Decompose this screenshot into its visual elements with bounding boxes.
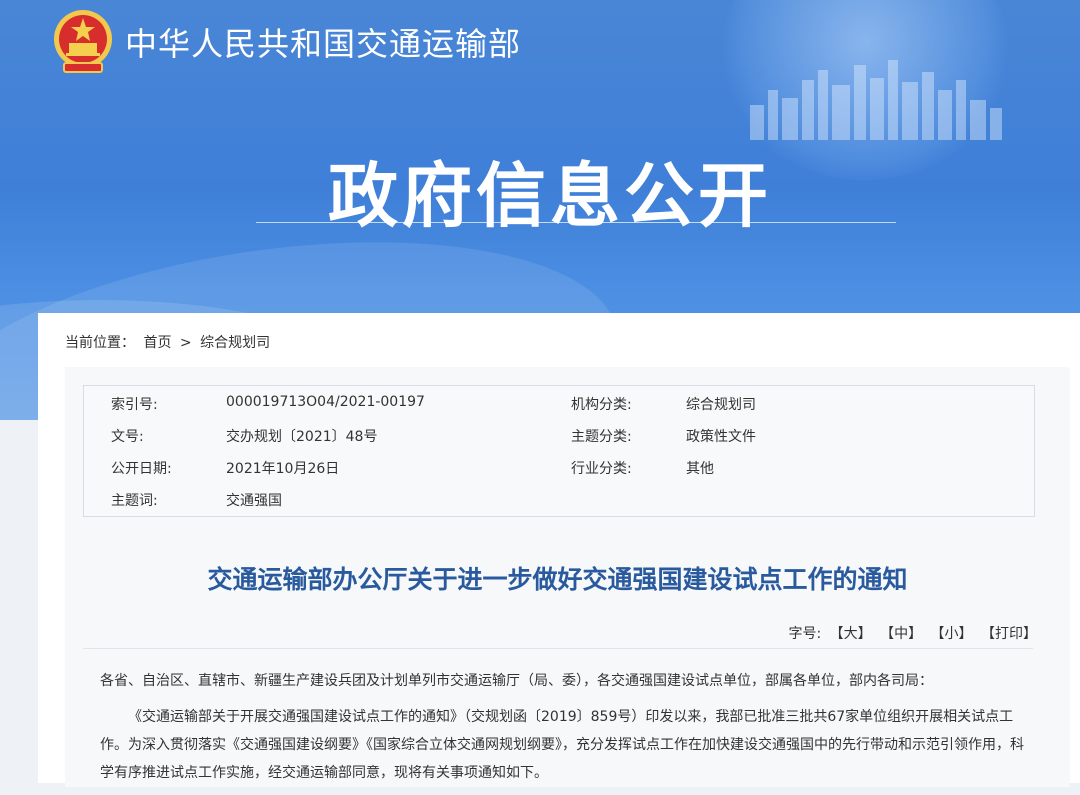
document-title: 交通运输部办公厅关于进一步做好交通强国建设试点工作的通知 xyxy=(207,565,908,594)
metadata-table: 索引号: 000019713O04/2021-00197 机构分类: 综合规划司… xyxy=(83,385,1035,517)
font-size-toolbar: 字号: 【大】 【中】 【小】 【打印】 xyxy=(788,623,1037,643)
meta-key: 行业分类: xyxy=(571,461,632,477)
font-large-button[interactable]: 【大】 xyxy=(830,626,872,642)
meta-key: 主题分类: xyxy=(571,429,632,445)
metadata-row: 索引号: 000019713O04/2021-00197 机构分类: 综合规划司 xyxy=(84,386,1034,418)
meta-value: 其他 xyxy=(686,461,714,477)
meta-key: 主题词: xyxy=(111,493,158,509)
meta-key: 索引号: xyxy=(111,397,158,413)
meta-value: 政策性文件 xyxy=(686,429,756,445)
breadcrumb: 当前位置： 首页 > 综合规划司 xyxy=(65,332,274,352)
meta-key: 机构分类: xyxy=(571,397,632,413)
meta-value: 000019713O04/2021-00197 xyxy=(226,394,425,410)
meta-value: 综合规划司 xyxy=(686,397,756,413)
title-divider xyxy=(256,222,896,223)
breadcrumb-separator: > xyxy=(179,335,192,351)
city-skyline-icon xyxy=(750,60,1002,140)
content-divider xyxy=(83,648,1033,649)
metadata-row: 公开日期: 2021年10月26日 行业分类: 其他 xyxy=(84,450,1034,482)
font-size-label: 字号: xyxy=(788,626,822,642)
portal-title: 政府信息公开 xyxy=(328,155,772,237)
metadata-row: 文号: 交办规划〔2021〕48号 主题分类: 政策性文件 xyxy=(84,418,1034,450)
meta-key: 文号: xyxy=(111,429,144,445)
breadcrumb-current-link[interactable]: 综合规划司 xyxy=(200,335,270,351)
meta-value: 2021年10月26日 xyxy=(226,461,340,477)
paragraph: 《交通运输部关于开展交通强国建设试点工作的通知》（交规划函〔2019〕859号）… xyxy=(100,709,1024,781)
org-name[interactable]: 中华人民共和国交通运输部 xyxy=(125,19,521,65)
content-panel: 当前位置： 首页 > 综合规划司 索引号: 000019713O04/2021-… xyxy=(38,313,1080,787)
meta-value: 交通强国 xyxy=(226,493,282,509)
national-emblem-icon xyxy=(54,10,112,73)
breadcrumb-label: 当前位置： xyxy=(65,335,135,351)
font-small-button[interactable]: 【小】 xyxy=(931,626,973,642)
metadata-row: 主题词: 交通强国 xyxy=(84,482,1034,514)
salutation: 各省、自治区、直辖市、新疆生产建设兵团及计划单列市交通运输厅（局、委），各交通强… xyxy=(100,673,933,689)
document-body: 各省、自治区、直辖市、新疆生产建设兵团及计划单列市交通运输厅（局、委），各交通强… xyxy=(100,667,1030,795)
article-container: 索引号: 000019713O04/2021-00197 机构分类: 综合规划司… xyxy=(65,367,1070,787)
font-medium-button[interactable]: 【中】 xyxy=(880,626,922,642)
meta-key: 公开日期: xyxy=(111,461,172,477)
breadcrumb-home-link[interactable]: 首页 xyxy=(143,335,171,351)
print-button[interactable]: 【打印】 xyxy=(981,626,1037,642)
meta-value: 交办规划〔2021〕48号 xyxy=(226,429,378,445)
